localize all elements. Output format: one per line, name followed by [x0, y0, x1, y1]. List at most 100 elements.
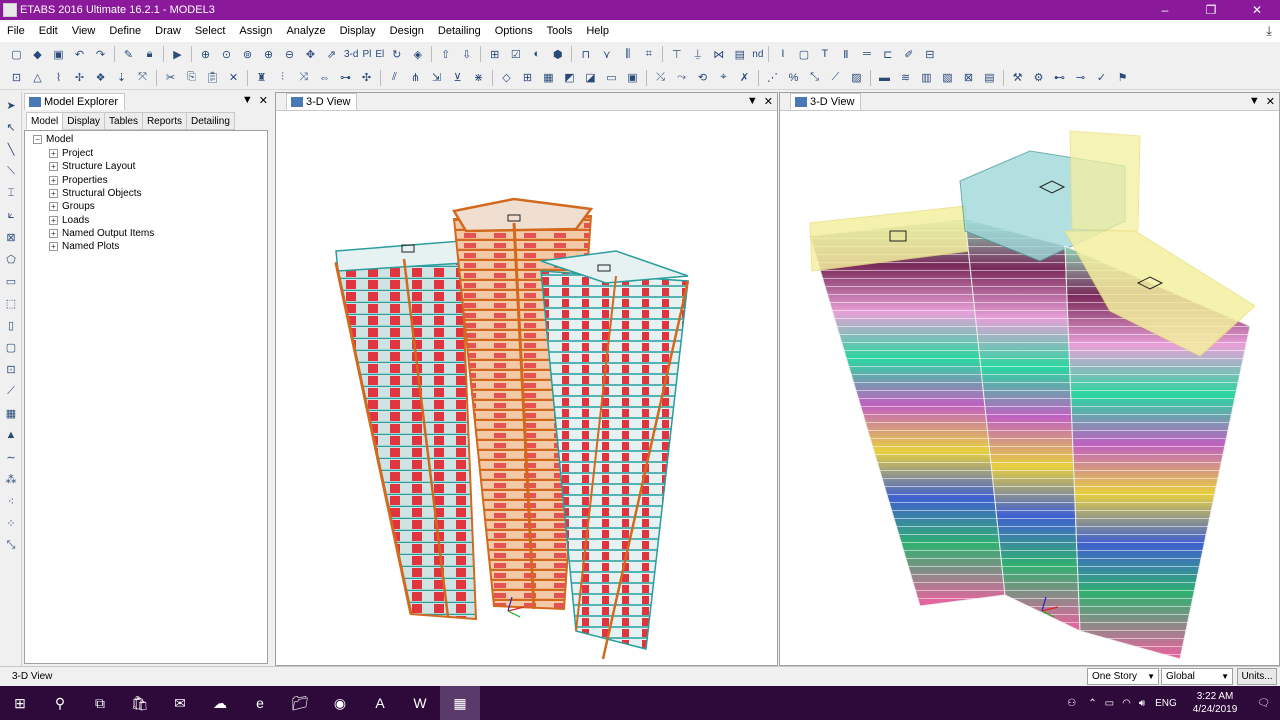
design-concrete-icon[interactable]: ⚙: [1030, 69, 1048, 87]
assign-end-icon[interactable]: ⤳: [673, 69, 691, 87]
menu-edit[interactable]: Edit: [32, 25, 65, 37]
new-model-icon[interactable]: ▢: [8, 45, 26, 63]
select-pointer-icon[interactable]: ➤: [2, 96, 20, 114]
tab-reports[interactable]: Reports: [141, 112, 187, 130]
area-grid-icon[interactable]: ⊞: [519, 69, 537, 87]
expand-icon[interactable]: +: [49, 242, 58, 251]
zoom-out-icon[interactable]: ⊖: [281, 45, 299, 63]
notifications-icon[interactable]: 🗨︎: [1257, 698, 1270, 709]
tab-display[interactable]: Display: [62, 112, 106, 130]
diag-icon[interactable]: ⤡: [806, 69, 824, 87]
units-button[interactable]: Units...: [1237, 668, 1277, 685]
chevron-up-icon[interactable]: ⌃: [1088, 698, 1096, 709]
minimize-button[interactable]: –: [1142, 0, 1188, 20]
restore-button[interactable]: ❐: [1188, 0, 1234, 20]
undo-icon[interactable]: ↶: [71, 45, 89, 63]
story-icon[interactable]: ⫶: [274, 69, 292, 87]
frame-icon[interactable]: ⊓: [577, 45, 595, 63]
paint-icon[interactable]: ✐: [900, 45, 918, 63]
perspective-icon[interactable]: ◈: [409, 45, 427, 63]
plan-view-button[interactable]: Pl: [362, 49, 371, 60]
select-intersect-icon[interactable]: ⤡: [2, 536, 20, 554]
layout-icon[interactable]: ⊟: [921, 45, 939, 63]
draw-line-icon[interactable]: ╲: [2, 140, 20, 158]
expand-icon[interactable]: +: [49, 189, 58, 198]
draw-wall-icon[interactable]: ▯: [2, 316, 20, 334]
move-down-icon[interactable]: ⇩: [458, 45, 476, 63]
tower-icon[interactable]: ♜: [253, 69, 271, 87]
design-comp-icon[interactable]: ⊷: [1051, 69, 1069, 87]
menu-view[interactable]: View: [65, 25, 103, 37]
task-view-icon[interactable]: ⧉: [80, 686, 120, 720]
merge-icon[interactable]: ⊻: [449, 69, 467, 87]
panel-dropdown-icon[interactable]: ▼: [242, 94, 253, 107]
assign-pin-icon[interactable]: ⌖: [715, 69, 733, 87]
zoom-full-icon[interactable]: ⊚: [239, 45, 257, 63]
join-icon[interactable]: ⋔: [407, 69, 425, 87]
pen-icon[interactable]: ✎: [120, 45, 138, 63]
cloud-app-icon[interactable]: ☁: [200, 686, 240, 720]
design-steel-icon[interactable]: ⚒: [1009, 69, 1027, 87]
section-i-icon[interactable]: I: [774, 45, 792, 63]
copy-icon[interactable]: ⎘: [183, 69, 201, 87]
opening-icon[interactable]: ⋈: [710, 45, 728, 63]
run-analysis-icon[interactable]: ▶: [169, 45, 187, 63]
expand-icon[interactable]: +: [49, 229, 58, 238]
design-check-icon[interactable]: ✓: [1093, 69, 1111, 87]
open-icon[interactable]: ◆: [29, 45, 47, 63]
zoom-window-icon[interactable]: ⊕: [197, 45, 215, 63]
slab-icon[interactable]: ▤: [731, 45, 749, 63]
draw-beam-icon[interactable]: ⟍: [2, 162, 20, 180]
display-table-icon[interactable]: ▤: [981, 69, 999, 87]
hatch-icon[interactable]: ▨: [848, 69, 866, 87]
tab-model[interactable]: Model: [26, 112, 64, 130]
tree-node-properties[interactable]: + Properties: [49, 175, 108, 186]
panel-close-icon[interactable]: ✕: [259, 94, 268, 107]
menu-draw[interactable]: Draw: [148, 25, 188, 37]
tree-node-named-plots[interactable]: + Named Plots: [49, 241, 119, 252]
zoom-restore-icon[interactable]: ⊙: [218, 45, 236, 63]
view-3d-left[interactable]: 3-D View ▼ ✕: [275, 92, 778, 666]
beam-icon[interactable]: ⊤: [668, 45, 686, 63]
diaphragm-icon[interactable]: ✢: [71, 69, 89, 87]
language-indicator[interactable]: ENG: [1155, 698, 1177, 709]
select-prev-icon[interactable]: ⁖: [2, 492, 20, 510]
reshape-icon[interactable]: ↖: [2, 118, 20, 136]
spring-icon[interactable]: ⌇: [50, 69, 68, 87]
menu-help[interactable]: Help: [579, 25, 616, 37]
area-frame-icon[interactable]: ▣: [624, 69, 642, 87]
expand-icon[interactable]: +: [49, 216, 58, 225]
align-icon[interactable]: ⊶: [337, 69, 355, 87]
section-t-icon[interactable]: T: [816, 45, 834, 63]
paste-icon[interactable]: 📋︎: [204, 69, 222, 87]
tree-node-loads[interactable]: + Loads: [49, 215, 89, 226]
view-dropdown-icon[interactable]: ▼: [1249, 95, 1260, 108]
area-slope-icon[interactable]: ◪: [582, 69, 600, 87]
expand-icon[interactable]: +: [49, 176, 58, 185]
delete-icon[interactable]: ✕: [225, 69, 243, 87]
display-deform-icon[interactable]: ≋: [897, 69, 915, 87]
options-icon[interactable]: ◐: [528, 45, 546, 63]
download-icon[interactable]: ⤓: [1266, 23, 1272, 39]
expand-icon[interactable]: +: [49, 149, 58, 158]
elevation-view-button[interactable]: El: [375, 49, 384, 60]
column-icon[interactable]: ⫼: [619, 45, 637, 63]
assign-loop-icon[interactable]: ⟲: [694, 69, 712, 87]
etabs-taskbar-icon[interactable]: ▦: [440, 686, 480, 720]
file-explorer-icon[interactable]: 📁︎: [280, 686, 320, 720]
section-box-icon[interactable]: ▢: [795, 45, 813, 63]
view-close-icon[interactable]: ✕: [764, 95, 773, 108]
tree-node-project[interactable]: + Project: [49, 148, 93, 159]
model-explorer-tab[interactable]: Model Explorer: [24, 92, 125, 110]
edge-browser-icon[interactable]: e: [240, 686, 280, 720]
design-wall-icon[interactable]: ⊸: [1072, 69, 1090, 87]
view-3d-button[interactable]: 3-d: [344, 49, 358, 60]
clock[interactable]: 3:22 AM 4/24/2019: [1193, 690, 1238, 716]
windows-start-icon[interactable]: ⊞: [0, 686, 40, 720]
display-force-icon[interactable]: ▥: [918, 69, 936, 87]
select-all-icon[interactable]: ⁂: [2, 470, 20, 488]
grid-icon[interactable]: ⌗: [640, 45, 658, 63]
divide-icon[interactable]: ⫽: [386, 69, 404, 87]
menu-detailing[interactable]: Detailing: [431, 25, 488, 37]
check-icon[interactable]: ☑: [507, 45, 525, 63]
